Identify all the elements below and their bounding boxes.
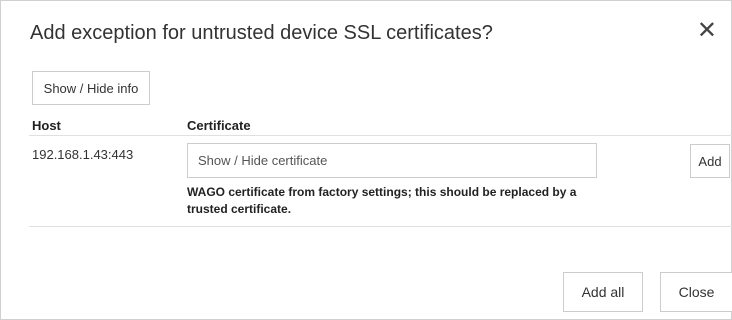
- dialog-title: Add exception for untrusted device SSL c…: [30, 22, 493, 44]
- close-icon[interactable]: ✕: [697, 19, 717, 43]
- close-button[interactable]: Close: [660, 272, 732, 312]
- column-header-host: Host: [32, 118, 61, 133]
- show-hide-certificate-toggle[interactable]: Show / Hide certificate: [187, 143, 597, 178]
- certificate-note: WAGO certificate from factory settings; …: [187, 185, 577, 216]
- table-header-divider: [29, 135, 732, 136]
- table-row-divider: [29, 226, 732, 227]
- add-button[interactable]: Add: [690, 144, 730, 178]
- add-all-button[interactable]: Add all: [563, 272, 643, 312]
- show-hide-info-button[interactable]: Show / Hide info: [32, 71, 150, 105]
- host-cell: 192.168.1.43:443: [32, 147, 134, 162]
- column-header-certificate: Certificate: [187, 118, 251, 133]
- ssl-exception-dialog: Add exception for untrusted device SSL c…: [0, 0, 732, 320]
